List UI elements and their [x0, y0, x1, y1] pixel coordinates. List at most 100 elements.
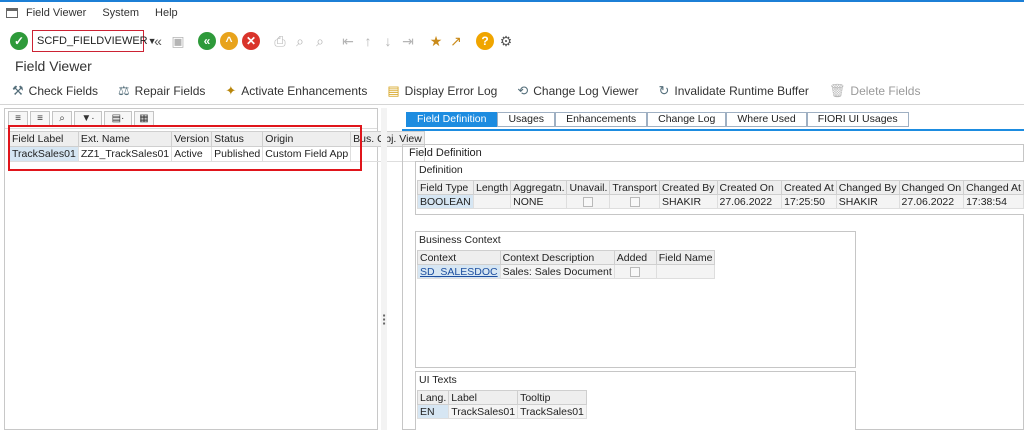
business-context-title: Business Context	[419, 234, 501, 246]
collapse-left-icon[interactable]: «	[150, 33, 166, 49]
field-type-cell[interactable]: BOOLEAN	[417, 194, 474, 209]
first-page-icon: ⇤	[342, 32, 354, 49]
page-title: Field Viewer	[15, 58, 92, 74]
transport-cell	[609, 194, 660, 209]
delete-fields-label: Delete Fields	[850, 84, 921, 98]
menu-system[interactable]: System	[102, 7, 139, 19]
pane-splitter[interactable]: ▪ ▪ ▪	[381, 108, 387, 430]
column-header: Length	[472, 180, 512, 195]
column-header: Tooltip	[517, 390, 587, 405]
cancel-icon[interactable]: ✕	[242, 32, 260, 50]
column-header: Lang.	[416, 390, 450, 405]
ui-texts-group: UI Texts Lang. Label Tooltip EN TrackSal…	[415, 371, 856, 430]
tab-where-used[interactable]: Where Used	[726, 112, 807, 127]
definition-title: Definition	[419, 164, 463, 176]
command-field[interactable]: SCFD_FIELDVIEWER ▼	[32, 30, 157, 52]
back-icon[interactable]: «	[198, 32, 216, 50]
menu-bar: Field Viewer System Help	[0, 0, 1024, 24]
length-cell	[472, 194, 512, 209]
field-definition-panel: Field Definition Definition Field Type L…	[402, 144, 1024, 430]
check-fields-button[interactable]: ⚒ Check Fields	[12, 83, 98, 99]
repair-fields-label: Repair Fields	[134, 84, 206, 98]
invalidate-runtime-buffer-label: Invalidate Runtime Buffer	[674, 84, 809, 98]
field-definition-title: Field Definition	[409, 147, 482, 159]
table-header-row: Lang. Label Tooltip	[416, 390, 587, 405]
column-header: Created By	[658, 180, 718, 195]
definition-table: Field Type Length Aggregatn. Unavail. Tr…	[417, 180, 1024, 209]
field-name-cell	[655, 264, 716, 279]
column-header: Label	[448, 390, 519, 405]
shortcut-icon[interactable]: ↗	[448, 33, 464, 49]
last-page-icon: ⇥	[402, 32, 414, 49]
column-header: Field Type	[417, 180, 474, 195]
context-link[interactable]: SD_SALESDOC	[417, 264, 501, 279]
invalidate-runtime-buffer-button[interactable]: ↻ Invalidate Runtime Buffer	[658, 83, 808, 99]
check-fields-label: Check Fields	[28, 84, 99, 98]
column-header: Unavail.	[566, 180, 611, 195]
unavailable-cell	[566, 194, 611, 209]
change-log-viewer-button[interactable]: ⟲ Change Log Viewer	[517, 83, 638, 99]
next-page-icon: ↓	[384, 33, 392, 49]
change-log-icon: ⟲	[517, 83, 529, 98]
column-header: Transport	[609, 180, 660, 195]
language-cell[interactable]: EN	[416, 404, 450, 419]
column-header: Created On	[716, 180, 783, 195]
unavailable-checkbox[interactable]	[583, 196, 594, 207]
column-header: Changed At	[963, 180, 1024, 195]
change-log-viewer-label: Change Log Viewer	[533, 84, 639, 98]
find-icon: ⌕	[296, 32, 304, 49]
table-header-row: Field Type Length Aggregatn. Unavail. Tr…	[417, 180, 1024, 195]
created-at-cell: 17:25:50	[781, 194, 837, 209]
check-fields-icon: ⚒	[12, 83, 24, 98]
column-header: Changed By	[835, 180, 900, 195]
label-cell[interactable]: TrackSales01	[448, 404, 519, 419]
changed-at-cell: 17:38:54	[963, 194, 1024, 209]
added-checkbox[interactable]	[630, 266, 641, 277]
activate-enhancements-button[interactable]: ✦ Activate Enhancements	[225, 83, 367, 99]
column-header: Changed On	[898, 180, 965, 195]
table-header-row: Context Context Description Added Field …	[417, 250, 716, 265]
refresh-icon: ↻	[658, 83, 670, 98]
created-by-cell: SHAKIR	[658, 194, 718, 209]
splitter-grip-icon[interactable]: ▪ ▪ ▪	[381, 312, 387, 328]
changed-on-cell: 27.06.2022	[898, 194, 965, 209]
repair-icon: ⚖	[118, 83, 130, 98]
tab-strip: Field Definition Usages Enhancements Cha…	[406, 112, 909, 127]
application-toolbar: ⚒ Check Fields ⚖ Repair Fields ✦ Activat…	[0, 80, 1024, 102]
repair-fields-button[interactable]: ⚖ Repair Fields	[118, 83, 205, 99]
window-menu-icon[interactable]	[6, 8, 18, 18]
previous-page-icon: ↑	[364, 33, 372, 49]
tab-usages[interactable]: Usages	[497, 112, 556, 127]
tooltip-cell[interactable]: TrackSales01	[517, 404, 587, 419]
separator	[0, 104, 1024, 105]
table-row: BOOLEAN NONE SHAKIR 27.06.2022 17:25:50 …	[417, 194, 1024, 209]
new-session-icon[interactable]: ★	[428, 33, 444, 49]
column-header: Aggregatn.	[510, 180, 568, 195]
column-header: Created At	[781, 180, 837, 195]
exit-icon[interactable]: ^	[220, 32, 238, 50]
standard-toolbar: ✓ SCFD_FIELDVIEWER ▼ « ▣ « ^ ✕ ⎙ ⌕ ⌕ ⇤ ↑…	[0, 26, 1024, 56]
tab-change-log[interactable]: Change Log	[647, 112, 727, 127]
help-icon[interactable]: ?	[476, 32, 494, 50]
find-next-icon: ⌕	[316, 32, 324, 49]
menu-field-viewer[interactable]: Field Viewer	[26, 7, 86, 19]
changed-by-cell: SHAKIR	[835, 194, 900, 209]
highlight-box	[8, 125, 362, 171]
menu-help[interactable]: Help	[155, 7, 178, 19]
display-error-log-button[interactable]: ▤ Display Error Log	[387, 83, 497, 99]
business-context-group: Business Context Context Context Descrip…	[415, 231, 856, 368]
enter-check-icon[interactable]: ✓	[10, 32, 28, 50]
tab-fiori-ui-usages[interactable]: FIORI UI Usages	[806, 112, 909, 127]
business-context-table: Context Context Description Added Field …	[417, 250, 716, 279]
transport-checkbox[interactable]	[629, 196, 640, 207]
tab-field-definition[interactable]: Field Definition	[406, 112, 498, 127]
ui-texts-table: Lang. Label Tooltip EN TrackSales01 Trac…	[416, 390, 587, 419]
log-icon: ▤	[387, 83, 400, 98]
tab-enhancements[interactable]: Enhancements	[555, 112, 648, 127]
column-header: Field Name	[655, 250, 716, 265]
display-error-log-label: Display Error Log	[404, 84, 498, 98]
gear-icon[interactable]: ⚙	[498, 33, 514, 49]
added-cell	[613, 264, 657, 279]
table-row: EN TrackSales01 TrackSales01	[416, 404, 587, 419]
table-row: SD_SALESDOC Sales: Sales Document	[417, 264, 716, 279]
